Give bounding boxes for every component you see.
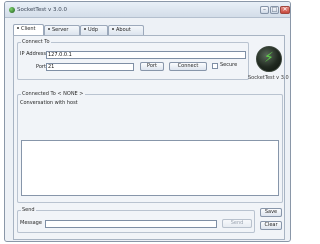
port-label: Port	[36, 64, 46, 70]
send-button[interactable]: Send	[222, 219, 252, 228]
app-icon	[9, 7, 15, 13]
connect-button[interactable]: Connect	[169, 62, 207, 71]
connect-legend: Connect To	[21, 39, 51, 46]
tab-label: Client	[21, 26, 36, 32]
title-bar[interactable]: SocketTest v 3.0.0 – □ ✕	[5, 2, 290, 18]
tab-udp[interactable]: Udp	[80, 25, 108, 35]
message-label: Message	[20, 220, 42, 226]
tab-label: Server	[52, 27, 69, 33]
secure-label: Secure	[220, 62, 238, 68]
socket-plug-logo-icon: ⚡	[256, 46, 282, 72]
send-legend: Send	[21, 207, 36, 214]
save-button[interactable]: Save	[260, 208, 282, 217]
close-button[interactable]: ✕	[280, 6, 290, 14]
logo-text: SocketTest v 3.0	[248, 75, 289, 81]
message-input[interactable]	[45, 220, 217, 228]
minimize-button[interactable]: –	[260, 6, 269, 14]
tab-bullet-icon	[48, 28, 50, 30]
port-button[interactable]: Port	[140, 62, 164, 71]
secure-checkbox[interactable]	[212, 63, 218, 69]
port-input[interactable]: 21	[46, 63, 134, 71]
conversation-label: Conversation with host	[20, 100, 78, 106]
maximize-button[interactable]: □	[270, 6, 279, 14]
window-title: SocketTest v 3.0.0	[17, 7, 67, 13]
tab-client[interactable]: Client	[13, 24, 44, 35]
tab-label: Udp	[88, 27, 99, 33]
ip-address-input[interactable]: 127.0.0.1	[46, 51, 246, 59]
tab-label: About	[116, 27, 131, 33]
connected-group: Connected To < NONE > Conversation with …	[17, 91, 283, 203]
tab-bullet-icon	[112, 28, 114, 30]
connected-legend: Connected To < NONE >	[21, 91, 85, 98]
client-panel: Connect To IP Address 127.0.0.1 Port 21 …	[13, 35, 289, 240]
tab-bullet-icon	[84, 28, 86, 30]
tab-server[interactable]: Server	[44, 25, 80, 35]
send-group: Send Message Send	[17, 207, 255, 233]
tab-about[interactable]: About	[108, 25, 144, 35]
connect-group: Connect To IP Address 127.0.0.1 Port 21 …	[17, 39, 249, 80]
tab-bullet-icon	[17, 27, 19, 29]
clear-button[interactable]: Clear	[260, 221, 282, 230]
conversation-textarea[interactable]	[21, 140, 279, 196]
plug-icon: ⚡	[264, 50, 274, 66]
app-window: SocketTest v 3.0.0 – □ ✕ Client Server U…	[4, 1, 291, 242]
ip-address-label: IP Address	[20, 51, 46, 57]
